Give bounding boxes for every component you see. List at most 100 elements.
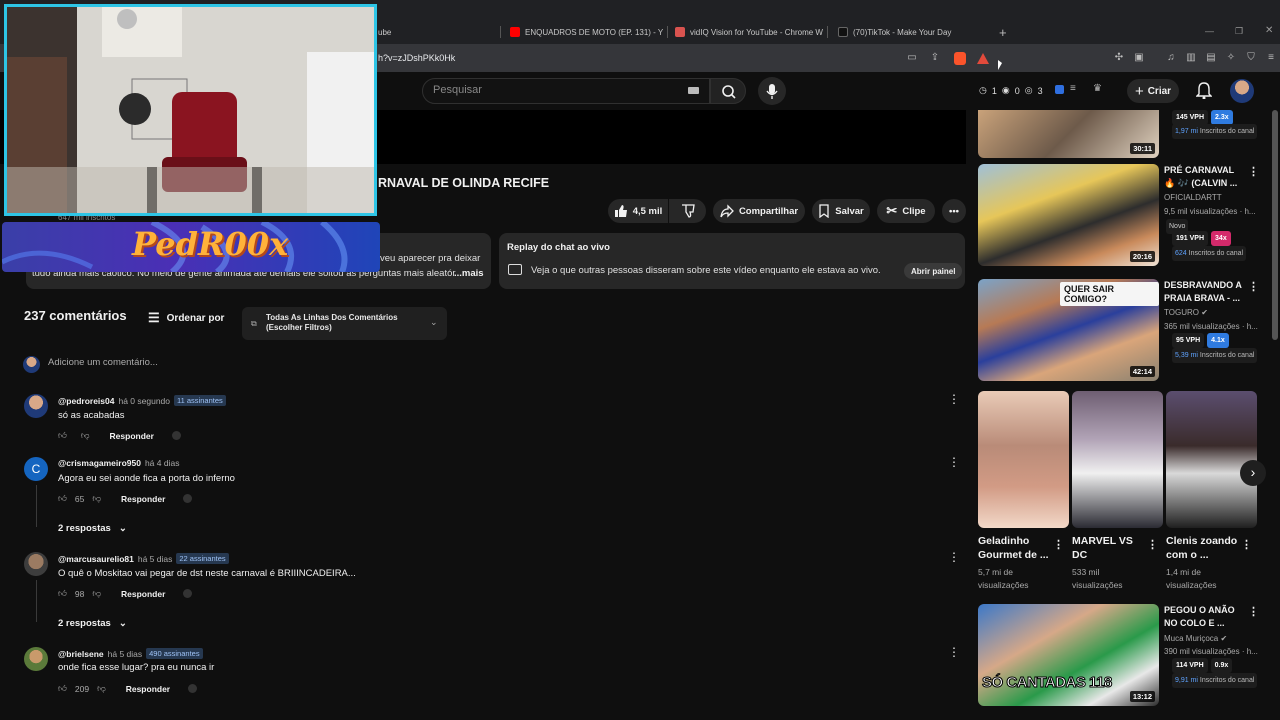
video-thumbnail[interactable]: 30:11 xyxy=(978,110,1159,158)
show-replies-button[interactable]: 2 respostas ⌄ xyxy=(58,618,127,629)
comment-avatar[interactable]: C xyxy=(24,457,48,481)
video-title[interactable]: PEGOU O ANÃO NO COLO E ... xyxy=(1164,604,1235,630)
short-menu-icon[interactable]: ⋮ xyxy=(1241,538,1252,551)
video-channel[interactable]: TOGURO ✔ xyxy=(1164,306,1208,319)
shorts-next-button[interactable]: › xyxy=(1240,460,1266,486)
minimize-icon[interactable]: — xyxy=(1205,26,1214,36)
open-chat-panel-button[interactable]: Abrir painel xyxy=(904,263,963,279)
tab-enquadros[interactable]: ENQUADROS DE MOTO (EP. 131) - Y xyxy=(502,22,667,42)
comment-user[interactable]: @marcusaurelio81 xyxy=(58,554,134,564)
video-thumbnail[interactable]: 20:16 xyxy=(978,164,1159,266)
extensions-icon[interactable]: ✣ xyxy=(1113,52,1125,64)
short-title[interactable]: Geladinho Gourmet de ... xyxy=(978,534,1049,562)
thumbs-up-icon[interactable]: 👍︎ xyxy=(58,683,67,694)
thumbs-down-icon[interactable]: 👎︎ xyxy=(92,493,101,504)
trophy-icon[interactable]: ♛ xyxy=(1093,83,1102,94)
comment-time[interactable]: há 5 dias xyxy=(138,554,173,564)
brave-rewards-icon[interactable] xyxy=(977,53,989,64)
comment-menu-icon[interactable]: ⋮ xyxy=(948,550,960,564)
reply-button[interactable]: Responder xyxy=(126,684,170,694)
comment-avatar[interactable] xyxy=(24,552,48,576)
video-thumbnail[interactable]: SÓ CANTADAS 118 13:12 xyxy=(978,604,1159,706)
comment-avatar[interactable] xyxy=(24,647,48,671)
dislike-button[interactable] xyxy=(669,199,706,223)
reader-icon[interactable]: ▣ xyxy=(1133,52,1145,64)
thumbs-down-icon[interactable]: 👎︎ xyxy=(97,683,106,694)
comment-time[interactable]: há 4 dias xyxy=(145,458,180,468)
comment-menu-icon[interactable]: ⋮ xyxy=(948,645,960,659)
video-title-line1: PEGOU O ANÃO xyxy=(1164,605,1235,615)
keyboard-icon[interactable] xyxy=(688,87,699,94)
comment-time[interactable]: há 5 dias xyxy=(108,649,143,659)
comment-menu-icon[interactable]: ⋮ xyxy=(948,455,960,469)
short-menu-icon[interactable]: ⋮ xyxy=(1147,538,1158,551)
video-menu-icon[interactable]: ⋮ xyxy=(1248,605,1259,618)
video-title[interactable]: PRÉ CARNAVAL 🔥 🎶 (CALVIN ... xyxy=(1164,164,1237,190)
short-thumbnail[interactable] xyxy=(1166,391,1257,528)
create-button[interactable]: + Criar xyxy=(1127,79,1179,103)
video-channel[interactable]: OFICIALDARTT xyxy=(1164,191,1222,204)
tab-vidiq[interactable]: vidIQ Vision for YouTube - Chrome W xyxy=(667,22,827,42)
sort-comments-button[interactable]: ☰ Ordenar por xyxy=(148,310,224,326)
thumbs-up-icon[interactable]: 👍︎ xyxy=(58,588,67,599)
sidebar-icon[interactable]: ▥ xyxy=(1185,52,1197,64)
notifications-button[interactable] xyxy=(1195,81,1213,104)
maximize-icon[interactable]: ❐ xyxy=(1235,26,1243,37)
short-menu-icon[interactable]: ⋮ xyxy=(1053,538,1064,551)
share-icon[interactable]: ⇪ xyxy=(929,52,941,64)
description-more-link[interactable]: ...mais xyxy=(454,268,484,279)
comment-user[interactable]: @brielsene xyxy=(58,649,104,659)
short-title[interactable]: MARVEL VS DC xyxy=(1072,534,1133,562)
video-menu-icon[interactable]: ⋮ xyxy=(1248,280,1259,293)
leo-ai-icon[interactable]: ✧ xyxy=(1225,52,1237,64)
short-title[interactable]: Clenis zoando com o ... xyxy=(1166,534,1237,562)
reply-button[interactable]: Responder xyxy=(121,494,165,504)
add-comment-input[interactable]: Adicione um comentário... xyxy=(48,357,158,368)
page-scrollbar[interactable] xyxy=(1272,110,1278,340)
user-avatar[interactable] xyxy=(1230,79,1254,103)
comment-menu-icon[interactable]: ⋮ xyxy=(948,392,960,406)
more-actions-button[interactable]: ••• xyxy=(942,199,966,223)
thumbs-down-icon[interactable]: 👎︎ xyxy=(81,430,90,441)
vidiq-reply-icon[interactable] xyxy=(188,684,198,693)
tab-youtube-current[interactable]: ube xyxy=(370,22,500,42)
thumbs-up-icon[interactable]: 👍︎ xyxy=(58,430,67,441)
show-replies-button[interactable]: 2 respostas ⌄ xyxy=(58,523,127,534)
vidiq-logo-icon[interactable] xyxy=(1055,85,1064,94)
comment-time[interactable]: há 0 segundo xyxy=(118,396,170,406)
reply-button[interactable]: Responder xyxy=(121,589,165,599)
list-icon[interactable]: ≡ xyxy=(1070,83,1076,94)
comment-user[interactable]: @crismagameiro950 xyxy=(58,458,141,468)
reply-button[interactable]: Responder xyxy=(110,431,154,441)
vidiq-reply-icon[interactable] xyxy=(183,494,193,503)
voice-search-button[interactable] xyxy=(758,77,786,105)
music-icon[interactable]: ♫ xyxy=(1165,52,1177,64)
video-thumbnail[interactable]: QUER SAIR COMIGO? 42:14 xyxy=(978,279,1159,381)
thumbs-down-icon[interactable]: 👎︎ xyxy=(92,588,101,599)
comment-user[interactable]: @pedroreis04 xyxy=(58,396,114,406)
new-tab-button[interactable]: + xyxy=(999,25,1007,40)
url-text[interactable]: h?v=zJDshPKk0Hk xyxy=(378,53,455,63)
video-title[interactable]: DESBRAVANDO A PRAIA BRAVA - ... xyxy=(1164,279,1242,305)
vidiq-reply-icon[interactable] xyxy=(183,589,193,598)
like-button[interactable]: 4,5 mil xyxy=(608,199,668,223)
vidiq-reply-icon[interactable] xyxy=(171,431,181,440)
short-thumbnail[interactable] xyxy=(1072,391,1163,528)
thumbs-up-icon[interactable]: 👍︎ xyxy=(58,493,67,504)
cast-icon[interactable]: ▭ xyxy=(906,52,918,64)
search-button[interactable] xyxy=(710,78,746,104)
save-button[interactable]: Salvar xyxy=(812,199,870,223)
comment-avatar[interactable] xyxy=(24,394,48,418)
short-thumbnail[interactable] xyxy=(978,391,1069,528)
close-window-icon[interactable]: ✕ xyxy=(1265,25,1273,36)
tab-tiktok[interactable]: (70)TikTok - Make Your Day xyxy=(830,22,980,42)
vpn-icon[interactable]: ⛉ xyxy=(1245,52,1257,64)
browser-menu-icon[interactable]: ≡ xyxy=(1265,52,1277,64)
brave-shield-icon[interactable] xyxy=(954,52,966,65)
clip-button[interactable]: ✂ Clipe xyxy=(877,199,935,223)
vidiq-stats-bar[interactable]: ◷ 1 ◉ 0 ◎ 3 xyxy=(979,85,1043,96)
wallet-icon[interactable]: ▤ xyxy=(1205,52,1217,64)
share-button[interactable]: Compartilhar xyxy=(713,199,805,223)
video-menu-icon[interactable]: ⋮ xyxy=(1248,165,1259,178)
video-channel[interactable]: Muca Muriçoca ✔ xyxy=(1164,632,1227,645)
